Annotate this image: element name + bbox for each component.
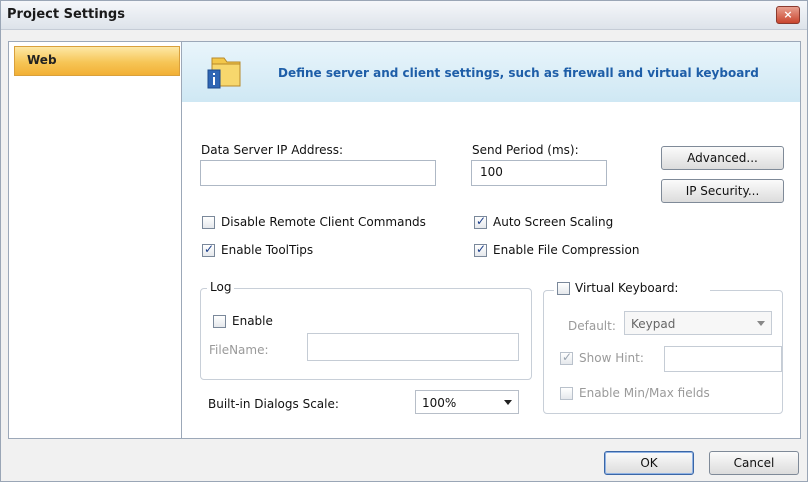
log-filename-label: FileName:: [209, 343, 269, 357]
virtual-keyboard-group: Virtual Keyboard: Default: Keypad Show H…: [543, 281, 783, 414]
data-server-ip-label: Data Server IP Address:: [201, 143, 344, 157]
chevron-down-icon: [757, 321, 765, 326]
title-bar[interactable]: Project Settings ×: [1, 1, 807, 30]
cancel-button[interactable]: Cancel: [709, 451, 799, 475]
disable-remote-commands-label: Disable Remote Client Commands: [221, 215, 426, 229]
send-period-input[interactable]: 100: [471, 160, 607, 186]
header-banner: Define server and client settings, such …: [182, 42, 800, 102]
settings-sidebar: Web: [8, 41, 182, 439]
vk-show-hint-checkbox[interactable]: [560, 350, 573, 365]
close-icon: ×: [783, 8, 793, 21]
advanced-button[interactable]: Advanced...: [661, 146, 784, 170]
dialogs-scale-value: 100%: [422, 396, 457, 410]
banner-description: Define server and client settings, such …: [278, 66, 759, 80]
dialog-footer: OK Cancel: [1, 441, 807, 481]
log-enable-label: Enable: [232, 314, 273, 328]
vk-default-label: Default:: [568, 319, 616, 333]
vk-default-select[interactable]: Keypad: [624, 311, 772, 335]
vk-show-hint-input[interactable]: [664, 346, 782, 372]
vk-show-hint-label: Show Hint:: [579, 351, 644, 365]
vk-default-value: Keypad: [631, 317, 676, 331]
enable-file-compression-checkbox[interactable]: [474, 242, 487, 257]
send-period-label: Send Period (ms):: [472, 143, 579, 157]
project-settings-dialog: Project Settings × Web Define server and…: [0, 0, 808, 482]
dialogs-scale-label: Built-in Dialogs Scale:: [208, 397, 339, 411]
log-filename-input[interactable]: [307, 333, 519, 361]
auto-screen-scaling-checkbox[interactable]: [474, 214, 487, 229]
enable-file-compression-label: Enable File Compression: [493, 243, 640, 257]
data-server-ip-input[interactable]: [200, 160, 436, 186]
virtual-keyboard-label: Virtual Keyboard:: [575, 281, 679, 295]
dialog-title: Project Settings: [7, 7, 125, 22]
dialogs-scale-select[interactable]: 100%: [415, 390, 519, 414]
virtual-keyboard-legend: Virtual Keyboard:: [554, 281, 710, 297]
settings-panel: Define server and client settings, such …: [182, 41, 801, 439]
log-enable-checkbox[interactable]: [213, 315, 226, 328]
vk-min-max-checkbox[interactable]: [560, 387, 573, 400]
enable-tooltips-checkbox[interactable]: [202, 242, 215, 257]
disable-remote-commands-checkbox[interactable]: [202, 216, 215, 229]
sidebar-item-web[interactable]: Web: [14, 46, 180, 76]
ip-security-button[interactable]: IP Security...: [661, 179, 784, 203]
close-button[interactable]: ×: [776, 6, 800, 24]
auto-screen-scaling-label: Auto Screen Scaling: [493, 215, 614, 229]
enable-tooltips-label: Enable ToolTips: [221, 243, 314, 257]
log-group-legend: Log: [207, 280, 235, 294]
sidebar-item-label: Web: [27, 53, 57, 67]
chevron-down-icon: [504, 400, 512, 405]
folder-info-icon: [207, 57, 241, 89]
vk-min-max-label: Enable Min/Max fields: [579, 386, 710, 400]
log-group: Log Enable FileName:: [200, 280, 532, 380]
ok-button[interactable]: OK: [604, 451, 694, 475]
virtual-keyboard-checkbox[interactable]: [557, 282, 570, 295]
